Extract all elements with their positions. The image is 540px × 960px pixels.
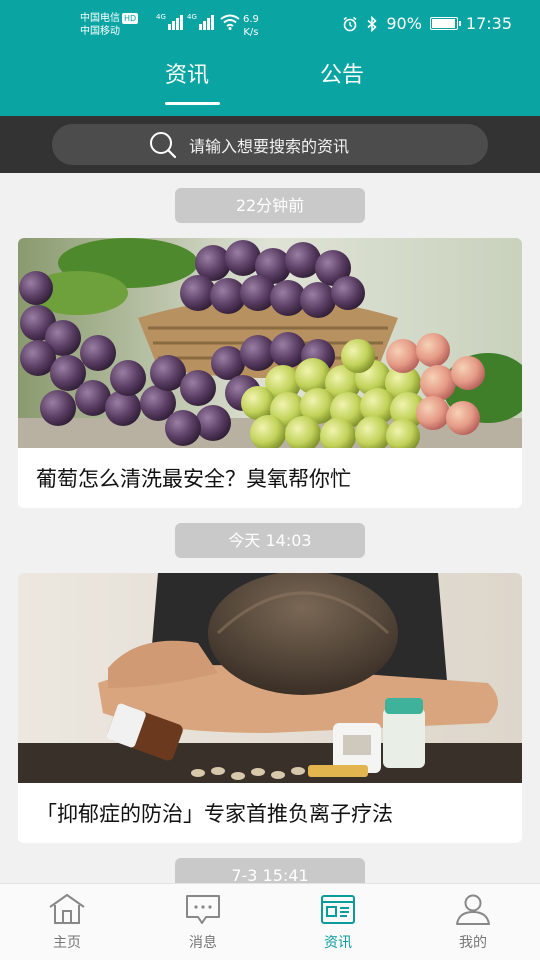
signal-icon: 4G [187,13,214,30]
grapes-image [18,238,522,448]
news-card-title: 葡萄怎么清洗最安全？臭氧帮你忙 [36,467,351,491]
carrier-2: 中国移动 [80,26,120,37]
news-card-title: 「抑郁症的防治」专家首推负离子疗法 [36,802,393,826]
nav-item-messages[interactable]: 消息 [163,892,243,952]
network-speed: 6.9 K/s [243,13,259,39]
clock: 17:35 [465,14,512,33]
timestamp-badge: 7-3 15:41 [175,858,365,883]
net-type-1: 4G [156,13,166,21]
bottom-nav: 主页 消息 资讯 我的 [0,883,540,960]
speed-unit: K/s [243,27,259,38]
signal-icon: 4G [156,13,183,30]
alarm-icon [343,16,357,31]
nav-label-news: 资讯 [324,935,352,951]
nav-item-profile[interactable]: 我的 [433,892,513,952]
speed-value: 6.9 [243,14,259,25]
battery-percent: 90% [386,14,422,33]
net-type-2: 4G [187,13,197,21]
nav-item-news[interactable]: 资讯 [298,892,378,952]
wifi-icon [220,14,240,30]
nav-label-messages: 消息 [189,935,217,951]
active-tab-indicator [165,102,220,105]
signal-indicators: 4G 4G [156,13,240,30]
carrier-info: 中国电信 HD 中国移动 [80,12,139,38]
timestamp-badge: 22分钟前 [175,188,365,223]
person-with-pills-image [18,573,522,783]
search-strip: 请输入想要搜索的资讯 [0,116,540,173]
tab-announcements[interactable]: 公告 [320,60,364,106]
news-feed: 22分钟前 葡萄怎么清洗最安全？臭氧帮你忙 今天 14:03 「抑郁症的防治」专… [0,173,540,883]
news-icon [321,895,355,924]
tab-news[interactable]: 资讯 [165,60,209,106]
battery-icon [429,17,461,30]
status-bar: 中国电信 HD 中国移动 4G 4G 6.9 K/s 90% 17:35 [0,0,540,52]
home-icon [49,894,85,924]
app-header: 中国电信 HD 中国移动 4G 4G 6.9 K/s 90% 17:35 资讯 … [0,0,540,116]
nav-label-profile: 我的 [459,935,487,951]
profile-icon [456,894,490,925]
search-input[interactable]: 请输入想要搜索的资讯 [52,124,488,165]
search-placeholder: 请输入想要搜索的资讯 [189,136,350,156]
bluetooth-icon [367,15,377,32]
carrier-1: 中国电信 [80,13,120,24]
header-tabs: 资讯 公告 [0,60,540,108]
nav-item-home[interactable]: 主页 [27,892,107,952]
status-right: 90% 17:35 [342,14,512,33]
news-card[interactable]: 葡萄怎么清洗最安全？臭氧帮你忙 [18,238,522,508]
timestamp-badge: 今天 14:03 [175,523,365,558]
search-icon [150,131,177,158]
news-card[interactable]: 「抑郁症的防治」专家首推负离子疗法 [18,573,522,843]
message-icon [186,895,220,924]
hd-badge: HD [122,13,139,24]
nav-label-home: 主页 [53,935,81,951]
